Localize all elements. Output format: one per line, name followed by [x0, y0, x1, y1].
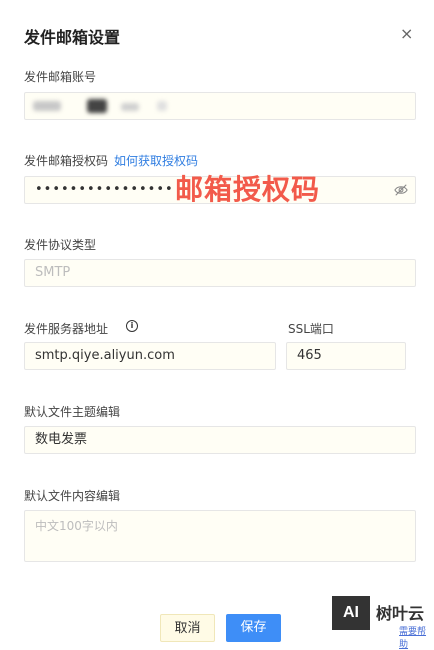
eye-off-icon[interactable]: [394, 183, 408, 197]
brand-name: 树叶云: [376, 604, 425, 623]
redacted-text: [157, 101, 167, 111]
redacted-text: [87, 99, 107, 113]
content-textarea[interactable]: 中文100字以内: [24, 510, 416, 562]
account-input[interactable]: [24, 92, 416, 120]
auth-code-label: 发件邮箱授权码 如何获取授权码: [24, 152, 198, 169]
redacted-text: [121, 103, 139, 111]
ssl-port-label: SSL端口: [288, 322, 334, 336]
close-icon[interactable]: ×: [400, 24, 413, 43]
server-input[interactable]: smtp.qiye.aliyun.com: [24, 342, 276, 370]
annotation-text: 邮箱授权码: [175, 173, 321, 206]
info-icon[interactable]: i: [126, 320, 138, 332]
ssl-port-input[interactable]: 465: [286, 342, 406, 370]
auth-code-label-text: 发件邮箱授权码: [24, 154, 109, 168]
brand-logo: AI: [332, 596, 370, 630]
account-label: 发件邮箱账号: [24, 70, 97, 84]
protocol-label: 发件协议类型: [24, 238, 97, 252]
help-link[interactable]: 需要帮助: [399, 624, 434, 650]
redacted-text: [33, 101, 61, 111]
protocol-select[interactable]: SMTP: [24, 259, 416, 287]
cancel-button[interactable]: 取消: [160, 614, 215, 642]
save-button[interactable]: 保存: [226, 614, 281, 642]
how-to-get-auth-code-link[interactable]: 如何获取授权码: [114, 154, 198, 168]
subject-label: 默认文件主题编辑: [24, 405, 121, 419]
server-label: 发件服务器地址: [24, 322, 109, 336]
content-label: 默认文件内容编辑: [24, 489, 121, 503]
watermark: AI 树叶云 需要帮助: [332, 594, 434, 650]
subject-input[interactable]: 数电发票: [24, 426, 416, 454]
dialog-title: 发件邮箱设置: [24, 28, 121, 47]
